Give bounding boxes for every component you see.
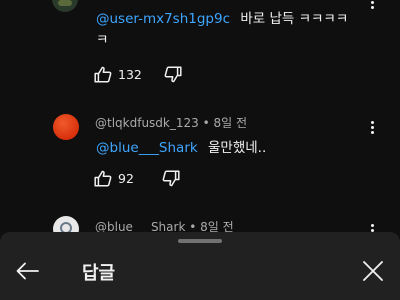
thumbs-up-icon [94, 170, 112, 187]
like-count: 92 [118, 171, 134, 186]
comment-text: @blue___Shark 울만했네.. [96, 140, 267, 156]
close-icon [363, 261, 383, 281]
comment-meta: @tlqkdfusdk_123 • 8일 전 [95, 116, 248, 130]
dislike-button[interactable] [164, 66, 182, 83]
like-button[interactable] [94, 170, 112, 187]
sheet-title: 답글 [82, 263, 116, 284]
mention-link[interactable]: @blue___Shark [96, 140, 198, 156]
comment-text-continued: ㅋ [96, 32, 109, 48]
dislike-button[interactable] [162, 170, 180, 187]
like-count: 132 [118, 67, 142, 82]
avatar[interactable] [53, 114, 79, 140]
thumbs-up-icon [94, 66, 112, 83]
back-button[interactable] [14, 259, 40, 283]
replies-sheet [0, 232, 400, 300]
arrow-left-icon [16, 262, 39, 280]
comment-actions: 132 [94, 66, 182, 83]
like-button[interactable] [94, 66, 112, 83]
avatar[interactable] [52, 0, 78, 12]
drag-handle[interactable] [178, 239, 222, 243]
close-button[interactable] [360, 258, 386, 284]
comment-actions: 92 [94, 170, 180, 187]
mention-link[interactable]: @user-mx7sh1gp9c [96, 11, 230, 27]
thumbs-down-icon [164, 66, 182, 83]
author-name[interactable]: @tlqkdfusdk_123 [95, 116, 199, 130]
timestamp: 8일 전 [213, 116, 248, 130]
more-options-button[interactable] [362, 0, 382, 12]
comment-text: @user-mx7sh1gp9c 바로 납득 ㅋㅋㅋㅋ [96, 11, 349, 27]
more-options-button[interactable] [362, 117, 382, 137]
thumbs-down-icon [162, 170, 180, 187]
